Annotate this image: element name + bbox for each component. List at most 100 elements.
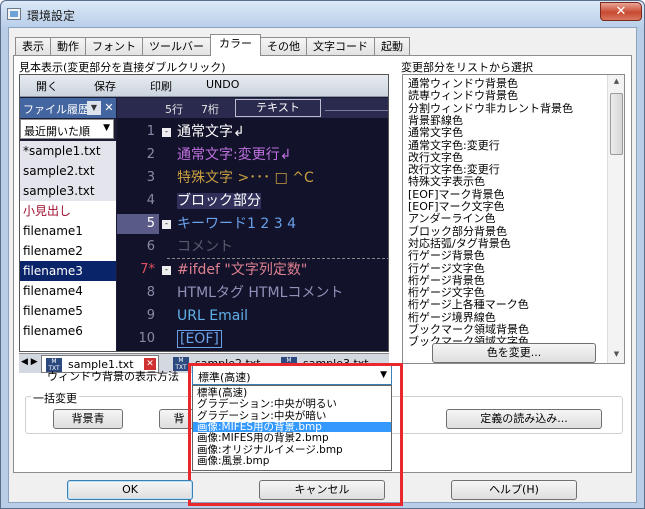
parts-list-item[interactable]: 読専ウィンドウ背景色 bbox=[408, 90, 518, 102]
preview-label: 見本表示(変更部分を直接ダブルクリック) bbox=[19, 61, 226, 74]
file-history-item[interactable]: sample3.txt bbox=[20, 181, 116, 201]
parts-list-item[interactable]: 改行文字色 bbox=[408, 151, 463, 164]
code-text: 通常文字:変更行↲ bbox=[177, 147, 292, 163]
parts-list-item[interactable]: 行ゲージ背景色 bbox=[408, 250, 485, 262]
parts-list-item[interactable]: 桁ゲージ背景色 bbox=[408, 274, 485, 287]
parts-list-item[interactable]: 桁ゲージ上各種マーク色 bbox=[408, 299, 529, 311]
close-button[interactable]: ✕ bbox=[600, 2, 642, 21]
bg-display-label: ウィンドウ背景の表示方法 bbox=[47, 370, 179, 383]
fold-icon[interactable]: - bbox=[162, 266, 171, 275]
tab-item[interactable]: 文字コード bbox=[306, 37, 375, 56]
ok-button[interactable]: OK bbox=[67, 480, 193, 500]
parts-list-item[interactable]: ブロック部分背景色 bbox=[408, 225, 507, 238]
line-number: 10 bbox=[138, 331, 155, 346]
parts-list-item[interactable]: 分割ウィンドウ非カレント背景色 bbox=[408, 102, 573, 115]
code-text: キーワード1 2 3 4 bbox=[177, 216, 296, 232]
column-indicator: 7桁 bbox=[201, 103, 219, 116]
line-number: 8 bbox=[146, 285, 155, 300]
dialog-client: 表示 動作 フォント ツールバー カラー その他 文字コード 起動 見本表示(変更部分を直接ダ… bbox=[8, 27, 637, 506]
app-icon bbox=[7, 8, 21, 20]
line-number: 5 bbox=[117, 214, 159, 234]
code-line: HTMLタグ HTMLコメント bbox=[177, 283, 343, 303]
line-number: 1 bbox=[146, 124, 155, 139]
file-history-list: *sample1.txt sample2.txt sample3.txt 小見出し fi… bbox=[20, 141, 116, 351]
file-history-item[interactable]: *sample1.txt bbox=[20, 141, 116, 161]
cursor-line bbox=[167, 258, 388, 259]
code-text: 通常文字↲ bbox=[177, 124, 245, 140]
file-history-item[interactable]: filename5 bbox=[20, 301, 116, 321]
open-button[interactable]: 開く bbox=[36, 78, 58, 94]
parts-list[interactable]: ▲ ▼ 通常ウィンドウ背景色 読専ウィンドウ背景色 分割ウィンドウ非カレント背景色背… bbox=[402, 74, 625, 364]
code-text: URL Email bbox=[177, 308, 249, 324]
line-gutter: 1 2 3 4 5 6 7* 8 9 10 bbox=[117, 118, 161, 351]
code-line: キーワード1 2 3 4 bbox=[177, 214, 296, 234]
parts-list-item[interactable]: 行ゲージ文字色 bbox=[408, 262, 485, 275]
code-line: コメント bbox=[177, 237, 233, 257]
mode-indicator: テキスト bbox=[235, 99, 321, 117]
color-preview[interactable]: 開く 保存 印刷 UNDO ファイル履歴 ▼ ✕ 最近開いた順 ▼ *sampl… bbox=[19, 74, 389, 352]
fold-icon[interactable]: - bbox=[162, 220, 171, 229]
tab-item[interactable]: カラー bbox=[210, 34, 261, 56]
parts-list-item[interactable]: 通常文字色:変更行 bbox=[408, 139, 500, 152]
parts-list-item[interactable]: 特殊文字表示色 bbox=[408, 176, 485, 188]
parts-list-item[interactable]: [EOF]マーク背景色 bbox=[408, 188, 505, 201]
tab-item[interactable]: 動作 bbox=[50, 37, 86, 56]
save-button[interactable]: 保存 bbox=[94, 78, 116, 94]
close-icon[interactable]: ✕ bbox=[103, 101, 115, 115]
ruler-ticks bbox=[325, 110, 388, 118]
file-history-label: ファイル履歴 bbox=[23, 103, 89, 116]
code-text: コメント bbox=[177, 239, 233, 255]
sort-select[interactable]: 最近開いた順 ▼ bbox=[20, 119, 114, 139]
code-line: #ifdef "文字列定数" bbox=[177, 260, 307, 280]
change-color-button[interactable]: 色を変更... bbox=[432, 343, 596, 363]
code-line: [EOF] bbox=[177, 329, 222, 349]
parts-scrollbar[interactable]: ▲ ▼ bbox=[607, 75, 624, 363]
fold-icon[interactable]: - bbox=[162, 128, 171, 137]
tab-item[interactable]: ツールバー bbox=[142, 37, 211, 56]
sort-select-value: 最近開いた順 bbox=[24, 125, 90, 138]
undo-button[interactable]: UNDO bbox=[206, 78, 239, 91]
title-bar: 環境設定 ✕ bbox=[1, 1, 644, 27]
file-history-item[interactable]: filename6 bbox=[20, 321, 116, 341]
window-title: 環境設定 bbox=[27, 9, 76, 23]
line-number: 4 bbox=[146, 193, 155, 208]
parts-list-item[interactable]: 桁ゲージ境界線色 bbox=[408, 311, 496, 324]
tab-nav-arrows[interactable]: ◀ ▶ bbox=[21, 357, 38, 367]
column-ruler: 5行 7桁 テキスト bbox=[117, 98, 388, 118]
code-text: [EOF] bbox=[177, 330, 222, 348]
parts-list-item[interactable]: 通常文字色 bbox=[408, 127, 463, 139]
line-number: 9 bbox=[146, 308, 155, 323]
code-line: ブロック部分 bbox=[177, 191, 261, 211]
editor-preview[interactable]: 5行 7桁 テキスト 1 2 3 4 5 6 7* 8 9 10 - 通常文字↲ 通常文字:変更行↲ 特… bbox=[117, 98, 388, 351]
bulk-blue-button[interactable]: 背景青 bbox=[53, 409, 123, 429]
scroll-thumb[interactable] bbox=[610, 93, 623, 155]
file-history-item[interactable]: filename4 bbox=[20, 281, 116, 301]
file-history-item[interactable]: filename2 bbox=[20, 241, 116, 261]
line-number: 7* bbox=[140, 262, 155, 277]
file-history-item[interactable]: filename1 bbox=[20, 221, 116, 241]
code-line: URL Email bbox=[177, 306, 248, 326]
chevron-down-icon: ▼ bbox=[103, 123, 110, 133]
tab-item[interactable]: フォント bbox=[85, 37, 143, 56]
file-history-item[interactable]: filename3 bbox=[20, 261, 116, 281]
parts-list-item[interactable]: アンダーライン色 bbox=[408, 213, 496, 225]
code-text: 特殊文字 >･･･ □ ^C bbox=[177, 170, 314, 186]
code-text: #ifdef "文字列定数" bbox=[177, 262, 308, 278]
scroll-up-icon[interactable]: ▲ bbox=[611, 77, 622, 88]
preview-toolbar: 開く 保存 印刷 UNDO bbox=[20, 75, 388, 97]
file-history-item[interactable]: 小見出し bbox=[20, 201, 116, 221]
code-text: ブロック部分 bbox=[177, 193, 261, 209]
help-button[interactable]: ヘルプ(H) bbox=[451, 480, 577, 500]
line-number: 6 bbox=[146, 239, 155, 254]
tab-item[interactable]: 起動 bbox=[374, 37, 410, 56]
cancel-button[interactable]: キャンセル bbox=[259, 480, 385, 500]
scroll-down-icon[interactable]: ▼ bbox=[611, 350, 622, 361]
chevron-down-icon[interactable]: ▼ bbox=[87, 101, 101, 115]
print-button[interactable]: 印刷 bbox=[150, 78, 172, 94]
tab-item[interactable]: 表示 bbox=[15, 37, 51, 56]
tab-item[interactable]: その他 bbox=[260, 37, 307, 56]
code-text: HTMLタグ HTMLコメント bbox=[177, 285, 344, 301]
load-definitions-button[interactable]: 定義の読み込み... bbox=[446, 409, 602, 429]
tab-strip: 表示 動作 フォント ツールバー カラー その他 文字コード 起動 bbox=[15, 34, 410, 56]
file-history-item[interactable]: sample2.txt bbox=[20, 161, 116, 181]
